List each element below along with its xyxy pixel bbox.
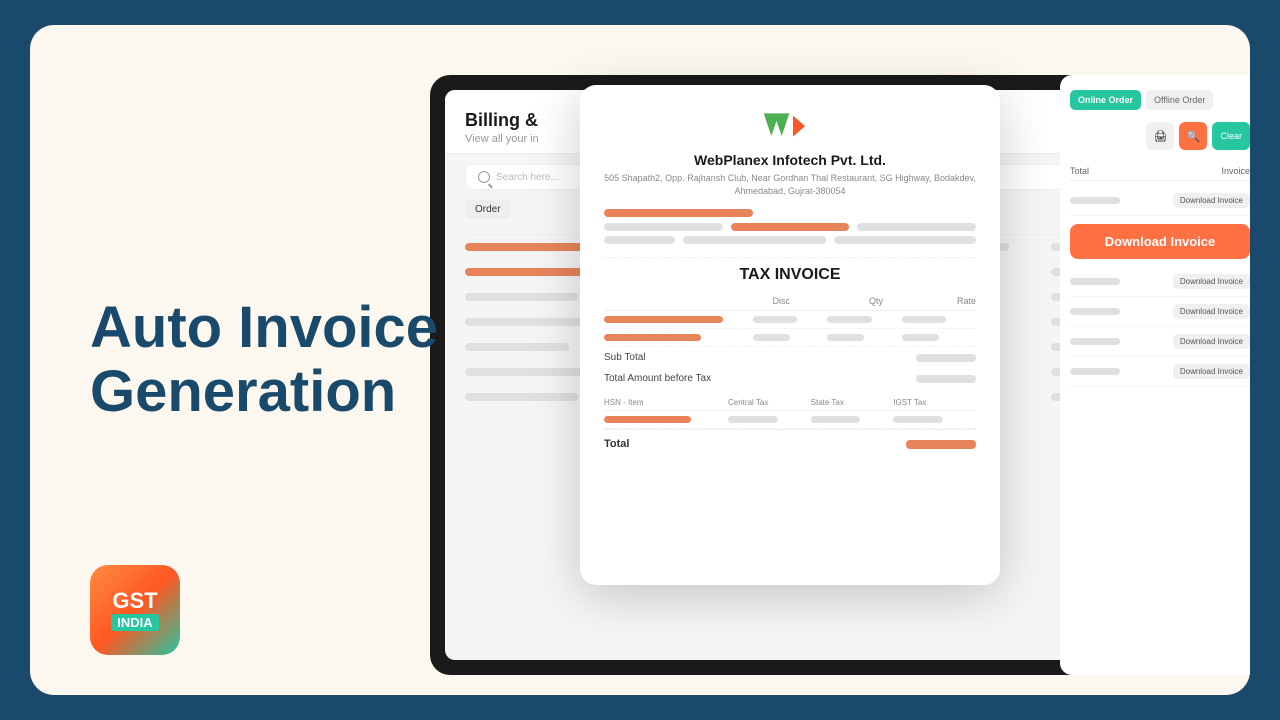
- total-row: Total: [604, 429, 976, 458]
- download-row-3: Download Invoice: [1070, 297, 1250, 327]
- hsn-section: HSN - Item Central Tax State Tax IGST Ta…: [604, 389, 976, 429]
- gst-label: GST: [112, 590, 157, 612]
- main-title: Auto Invoice Generation: [90, 296, 438, 424]
- tablet-wrapper: Billing & View all your in Search here..…: [430, 45, 1250, 695]
- hsn-row: [604, 411, 976, 429]
- subtotal-row: Sub Total: [604, 347, 976, 368]
- download-row-2: Download Invoice: [1070, 267, 1250, 297]
- india-label: INDIA: [111, 614, 158, 631]
- download-invoice-button-3[interactable]: Download Invoice: [1173, 304, 1250, 319]
- clear-button[interactable]: Clear: [1212, 122, 1250, 150]
- total-label: Total: [604, 438, 629, 450]
- filter-buttons: Online Order Offline Order: [1070, 90, 1250, 110]
- total-before-tax-row: Total Amount before Tax: [604, 368, 976, 389]
- right-table-header: Total Invoice: [1070, 162, 1250, 181]
- gst-badge: GST INDIA: [90, 565, 180, 655]
- col-total-label: Total: [1070, 166, 1089, 176]
- col-invoice-label: Invoice: [1221, 166, 1250, 176]
- invoice-row-1: [604, 311, 976, 329]
- download-row-5: Download Invoice: [1070, 357, 1250, 387]
- download-invoice-button-5[interactable]: Download Invoice: [1173, 364, 1250, 379]
- invoice-popup: WebPlanex Infotech Pvt. Ltd. 505 Shapath…: [580, 85, 1000, 585]
- hsn-header: HSN - Item Central Tax State Tax IGST Ta…: [604, 395, 976, 411]
- company-name: WebPlanex Infotech Pvt. Ltd.: [604, 152, 976, 168]
- invoice-row-2: [604, 329, 976, 347]
- download-invoice-highlight-button[interactable]: Download Invoice: [1070, 224, 1250, 259]
- print-icon[interactable]: 🖨: [1146, 122, 1174, 150]
- tab-order[interactable]: Order: [465, 200, 511, 219]
- download-row-1: Download Invoice: [1070, 186, 1250, 216]
- search-icon: [478, 171, 490, 183]
- download-invoice-button-2[interactable]: Download Invoice: [1173, 274, 1250, 289]
- download-invoice-button-4[interactable]: Download Invoice: [1173, 334, 1250, 349]
- right-panel: Online Order Offline Order 🖨 🔍 Clear Tot…: [1060, 75, 1250, 675]
- download-invoice-button-1[interactable]: Download Invoice: [1173, 193, 1250, 208]
- main-container: Auto Invoice Generation GST INDIA Billin…: [30, 25, 1250, 695]
- left-section: Auto Invoice Generation: [90, 296, 438, 424]
- search-placeholder: Search here...: [496, 172, 559, 183]
- invoice-table-header: Disc Qty Rate: [604, 292, 976, 311]
- subtotal-label: Sub Total: [604, 352, 646, 363]
- offline-order-button[interactable]: Offline Order: [1146, 90, 1213, 110]
- search-button[interactable]: 🔍: [1179, 122, 1207, 150]
- invoice-logo: [604, 109, 976, 144]
- tax-invoice-title: TAX INVOICE: [604, 266, 976, 284]
- download-row-4: Download Invoice: [1070, 327, 1250, 357]
- company-logo-svg: [760, 109, 820, 144]
- company-address: 505 Shapath2, Opp. Rajhansh Club, Near G…: [604, 172, 976, 197]
- online-order-button[interactable]: Online Order: [1070, 90, 1141, 110]
- invoice-skeleton-top: [604, 209, 976, 258]
- action-buttons: 🖨 🔍 Clear: [1070, 122, 1250, 150]
- total-before-tax-label: Total Amount before Tax: [604, 373, 711, 384]
